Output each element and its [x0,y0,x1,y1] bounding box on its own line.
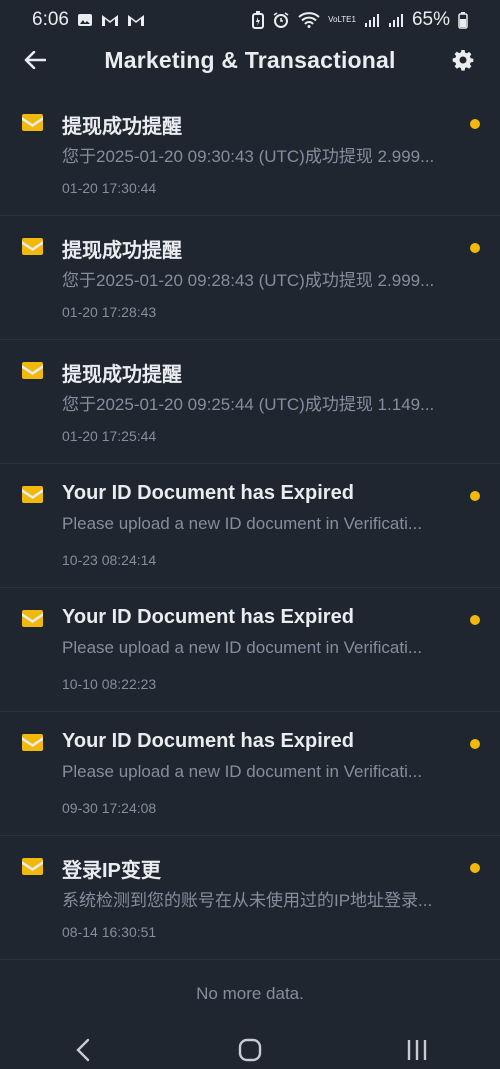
message-time: 08-14 16:30:51 [62,924,157,940]
envelope-icon [22,362,43,379]
message-item[interactable]: Your ID Document has Expired Please uplo… [0,588,500,712]
no-more-data-label: No more data. [196,984,304,1003]
unread-dot [470,243,480,253]
chevron-left-icon [76,1038,90,1061]
settings-button[interactable] [448,45,478,75]
envelope-icon [22,238,43,255]
unread-dot [470,491,480,501]
message-item[interactable]: 提现成功提醒 您于2025-01-20 09:25:44 (UTC)成功提现 1… [0,340,500,464]
message-time: 09-30 17:24:08 [62,800,157,816]
message-item[interactable]: Your ID Document has Expired Please uplo… [0,712,500,836]
status-left: 6:06 [32,9,145,31]
envelope-icon [22,114,43,131]
message-preview: Please upload a new ID document in Verif… [62,638,423,657]
gear-icon [452,50,474,71]
unread-dot [470,119,480,129]
back-button[interactable] [20,45,50,75]
message-title: Your ID Document has Expired [62,606,354,628]
message-preview: 您于2025-01-20 09:30:43 (UTC)成功提现 2.999... [62,147,435,166]
home-icon [238,1038,262,1061]
unread-dot [470,863,480,873]
message-title: 提现成功提醒 [62,364,182,386]
system-nav-bar [0,1030,500,1069]
message-title: 提现成功提醒 [62,116,182,138]
envelope-icon [22,486,43,503]
message-title: Your ID Document has Expired [62,730,354,752]
status-time: 6:06 [32,9,69,30]
recents-icon [407,1039,426,1060]
message-time: 10-23 08:24:14 [62,552,157,568]
header: Marketing & Transactional [0,40,500,80]
alarm-icon [272,11,290,29]
message-item[interactable]: Your ID Document has Expired Please uplo… [0,464,500,588]
message-title: 提现成功提醒 [62,240,182,262]
message-title: 登录IP变更 [62,860,161,882]
gallery-icon [77,12,93,28]
message-preview: 系统检测到您的账号在从未使用过的IP地址登录... [62,891,433,910]
nav-recents-button[interactable] [397,1035,437,1065]
wifi-icon [298,12,320,28]
battery-percent: 65% [411,9,450,30]
arrow-left-icon [24,51,46,69]
message-preview: 您于2025-01-20 09:25:44 (UTC)成功提现 1.149... [62,395,435,414]
message-preview: Please upload a new ID document in Verif… [62,514,423,533]
nav-home-button[interactable] [230,1035,270,1065]
page-title: Marketing & Transactional [104,46,396,73]
envelope-icon [22,858,43,875]
message-time: 01-20 17:30:44 [62,180,157,196]
volte-icon: VoLTE1 [328,16,356,24]
gmail-icon-2 [127,13,145,27]
battery-icon [458,11,468,29]
message-preview: 您于2025-01-20 09:28:43 (UTC)成功提现 2.999... [62,271,435,290]
message-time: 01-20 17:25:44 [62,428,157,444]
message-item[interactable]: 提现成功提醒 您于2025-01-20 09:28:43 (UTC)成功提现 2… [0,216,500,340]
envelope-icon [22,734,43,751]
status-bar: 6:06 VoLTE1 65% [0,0,500,40]
battery-saver-icon [252,11,265,29]
message-item[interactable]: 提现成功提醒 您于2025-01-20 09:30:43 (UTC)成功提现 2… [0,92,500,216]
message-list: 提现成功提醒 您于2025-01-20 09:30:43 (UTC)成功提现 2… [0,92,500,960]
message-time: 01-20 17:28:43 [62,304,157,320]
message-item[interactable]: 登录IP变更 系统检测到您的账号在从未使用过的IP地址登录... 08-14 1… [0,836,500,960]
unread-dot [470,615,480,625]
envelope-icon [22,610,43,627]
signal-icon [364,12,380,28]
message-time: 10-10 08:22:23 [62,676,157,692]
network-label: VoLTE1 [328,15,356,24]
nav-back-button[interactable] [63,1035,103,1065]
unread-dot [470,739,480,749]
status-right: VoLTE1 65% [252,9,468,31]
message-preview: Please upload a new ID document in Verif… [62,762,423,781]
signal-icon-2 [388,12,404,28]
message-title: Your ID Document has Expired [62,482,354,504]
gmail-icon [101,13,119,27]
